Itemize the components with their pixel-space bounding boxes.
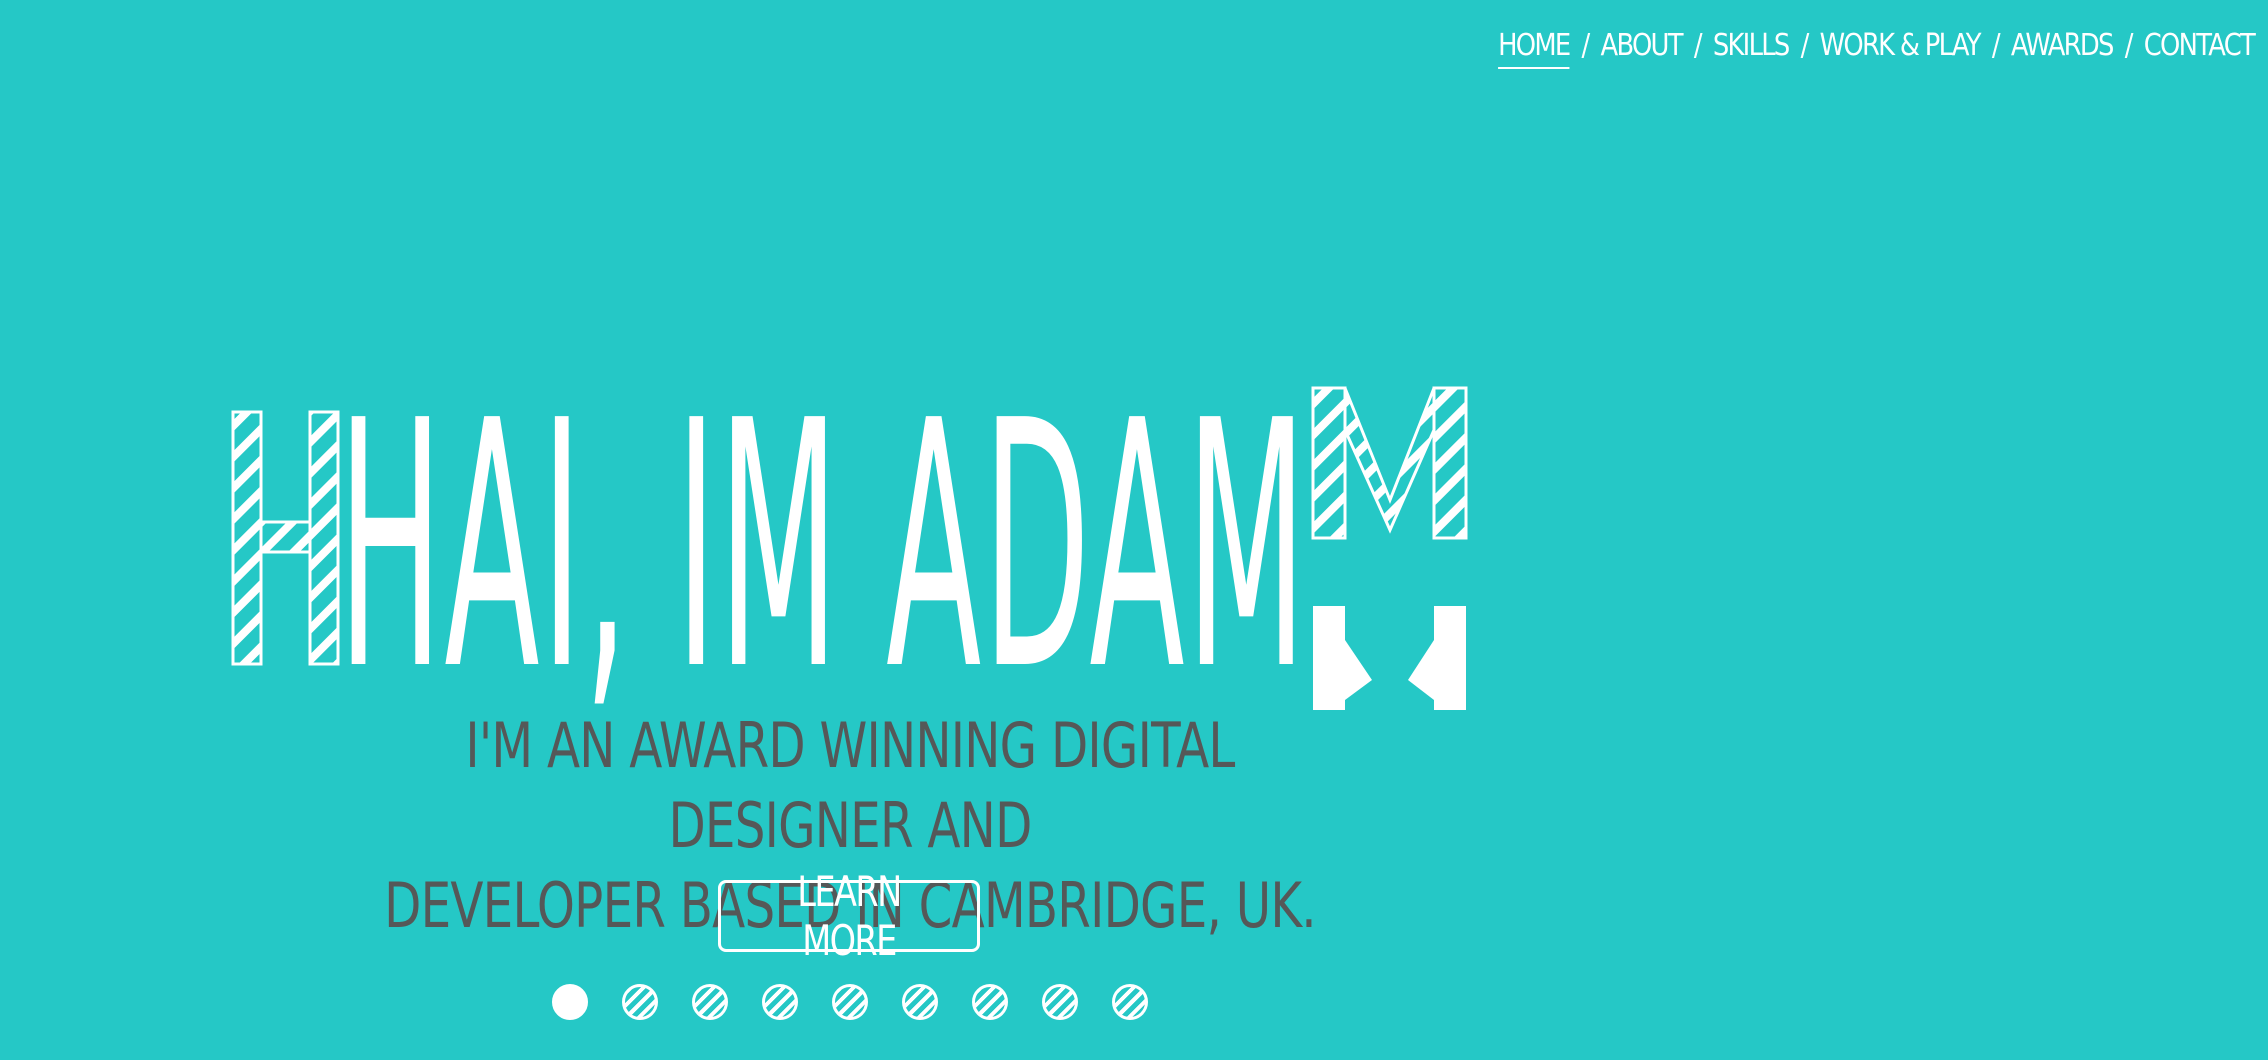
learn-more-label: LEARN MORE [797,867,902,965]
slider-dot-9[interactable] [1112,984,1148,1020]
slider-dot-2[interactable] [622,984,658,1020]
tagline-line-1: I'M AN AWARD WINNING DIGITAL DESIGNER AN… [465,709,1235,862]
learn-more-button[interactable]: LEARN MORE [718,867,980,965]
slider-dot-8[interactable] [1042,984,1078,1020]
slider-dot-3[interactable] [692,984,728,1020]
slider-dot-7[interactable] [972,984,1008,1020]
hero-title: HAI, IM ADAM [338,349,1308,745]
hero-letter-h [231,410,340,666]
slider-dot-4[interactable] [762,984,798,1020]
hero-letter-m-solid [1313,606,1466,710]
page: HOME / ABOUT / SKILLS / WORK & PLAY / AW… [0,0,2268,1060]
slider-dot-6[interactable] [902,984,938,1020]
slider-dot-1[interactable] [552,984,588,1020]
slider-dot-5[interactable] [832,984,868,1020]
slider-pagination [552,984,1148,1020]
hero-letter-m-striped [1311,386,1468,540]
